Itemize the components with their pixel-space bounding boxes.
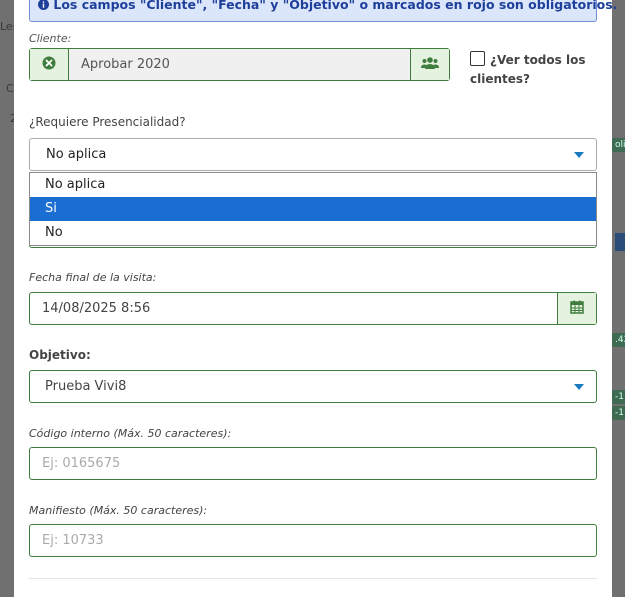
dropdown-option-selected[interactable]: Si xyxy=(30,197,596,221)
clear-icon xyxy=(42,55,56,74)
cliente-field[interactable]: Aprobar 2020 xyxy=(29,48,450,81)
dropdown-option[interactable]: No aplica xyxy=(30,173,596,197)
info-icon xyxy=(38,0,49,13)
ver-todos-label: ¿Ver todos los clientes? xyxy=(470,53,586,86)
fecha-final-label: Fecha final de la visita: xyxy=(29,271,157,284)
objetivo-value: Prueba Vivi8 xyxy=(45,379,127,394)
calendar-icon xyxy=(570,299,584,318)
codigo-placeholder: Ej: 0165675 xyxy=(42,456,121,471)
divider xyxy=(29,578,597,579)
fecha-final-value: 14/08/2025 8:56 xyxy=(42,301,151,316)
codigo-input[interactable]: Ej: 0165675 xyxy=(29,447,597,480)
background-tag: -1 xyxy=(612,390,625,404)
select-cliente-button[interactable] xyxy=(410,49,449,80)
background-block xyxy=(615,233,625,251)
background-tag: olic xyxy=(612,138,625,152)
presencialidad-dropdown: No aplica Si No xyxy=(29,172,597,246)
chevron-down-icon xyxy=(574,152,584,158)
codigo-label: Código interno (Máx. 50 caracteres): xyxy=(29,427,232,440)
manifiesto-input[interactable]: Ej: 10733 xyxy=(29,524,597,557)
fecha-final-field[interactable]: 14/08/2025 8:56 xyxy=(29,292,597,325)
objetivo-label: Objetivo: xyxy=(29,348,91,362)
cliente-label: Cliente: xyxy=(29,32,72,45)
objetivo-select[interactable]: Prueba Vivi8 xyxy=(29,370,597,403)
clear-cliente-button[interactable] xyxy=(30,49,69,80)
visit-modal: Los campos "Cliente", "Fecha" y "Objetiv… xyxy=(14,0,617,597)
presencialidad-label: ¿Requiere Presencialidad? xyxy=(29,115,186,129)
required-fields-alert: Los campos "Cliente", "Fecha" y "Objetiv… xyxy=(29,0,617,22)
presencialidad-select[interactable]: No aplica xyxy=(29,138,597,171)
chevron-down-icon xyxy=(574,384,584,390)
manifiesto-label: Manifiesto (Máx. 50 caracteres): xyxy=(29,504,208,517)
presencialidad-selected: No aplica xyxy=(46,147,107,162)
background-tag: -1 xyxy=(612,406,625,420)
cliente-value: Aprobar 2020 xyxy=(81,57,170,72)
background-text: C xyxy=(6,82,14,95)
users-icon xyxy=(421,55,439,74)
dropdown-option[interactable]: No xyxy=(30,221,596,245)
alert-text: Los campos "Cliente", "Fecha" y "Objetiv… xyxy=(53,0,618,12)
background-tag: .42 xyxy=(612,333,625,347)
manifiesto-placeholder: Ej: 10733 xyxy=(42,533,104,548)
calendar-button[interactable] xyxy=(557,293,596,324)
